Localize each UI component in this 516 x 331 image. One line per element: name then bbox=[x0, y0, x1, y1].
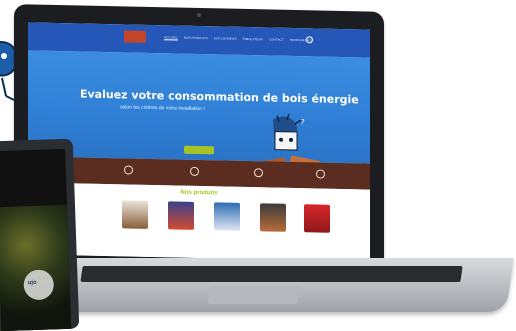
camera-icon bbox=[197, 13, 201, 17]
tablet-screen: ujo bbox=[0, 149, 71, 331]
feature-item bbox=[124, 165, 136, 174]
leaf-icon bbox=[190, 167, 199, 176]
svg-text:?: ? bbox=[301, 118, 305, 126]
hero-subtitle: selon les critères de votre installation… bbox=[120, 104, 205, 112]
product-desc bbox=[258, 233, 288, 234]
tablet-device: ujo bbox=[0, 139, 79, 331]
nav-item-produits[interactable]: NOS PRODUITS bbox=[184, 36, 208, 42]
hand-icon bbox=[254, 168, 263, 177]
product-name bbox=[258, 233, 288, 234]
nav-item-conseils[interactable]: LES CONSEILS bbox=[214, 36, 237, 41]
thumbs-up-icon bbox=[124, 165, 133, 174]
product-desc bbox=[212, 232, 242, 233]
feature-item bbox=[190, 167, 202, 176]
laptop-screen: ACCUEIL NOS PRODUITS LES CONSEILS SIMULA… bbox=[28, 22, 370, 261]
hero-banner: Evaluez votre consommation de bois énerg… bbox=[28, 50, 370, 163]
product-image bbox=[122, 200, 148, 229]
product-image bbox=[168, 201, 194, 230]
nav-item-contact[interactable]: CONTACT bbox=[269, 37, 284, 42]
tablet-badge-text: ujo bbox=[28, 280, 37, 286]
hero-cta-label bbox=[184, 146, 214, 147]
product-name bbox=[302, 234, 332, 235]
search-icon[interactable] bbox=[306, 36, 313, 43]
product-image bbox=[304, 204, 330, 233]
forest-image bbox=[0, 205, 71, 331]
product-card[interactable] bbox=[212, 202, 242, 233]
product-desc bbox=[166, 231, 196, 232]
trackpad bbox=[207, 286, 300, 304]
product-desc bbox=[120, 230, 150, 231]
hero-cta-button[interactable] bbox=[184, 146, 214, 155]
feature-item bbox=[316, 169, 328, 178]
product-card[interactable] bbox=[302, 204, 332, 235]
tablet-top-area bbox=[0, 149, 67, 207]
nav-item-accueil[interactable]: ACCUEIL bbox=[164, 35, 178, 40]
main-nav: ACCUEIL NOS PRODUITS LES CONSEILS SIMULA… bbox=[164, 35, 312, 43]
product-image bbox=[214, 202, 240, 231]
nav-item-simulateur[interactable]: SIMULATEUR bbox=[243, 37, 263, 42]
product-desc bbox=[302, 234, 332, 235]
feature-item bbox=[254, 168, 266, 177]
badge-icon bbox=[316, 169, 325, 178]
product-card[interactable] bbox=[166, 201, 196, 232]
products-section: Nos produits bbox=[28, 182, 370, 261]
laptop-base bbox=[26, 258, 514, 312]
product-card[interactable] bbox=[258, 203, 288, 234]
product-name bbox=[120, 230, 150, 231]
products-title: Nos produits bbox=[28, 186, 370, 199]
keyboard bbox=[80, 266, 462, 282]
site-logo[interactable] bbox=[124, 30, 146, 42]
product-name bbox=[212, 232, 242, 233]
product-name bbox=[166, 231, 196, 232]
product-image bbox=[260, 203, 286, 232]
product-card[interactable] bbox=[120, 200, 150, 231]
